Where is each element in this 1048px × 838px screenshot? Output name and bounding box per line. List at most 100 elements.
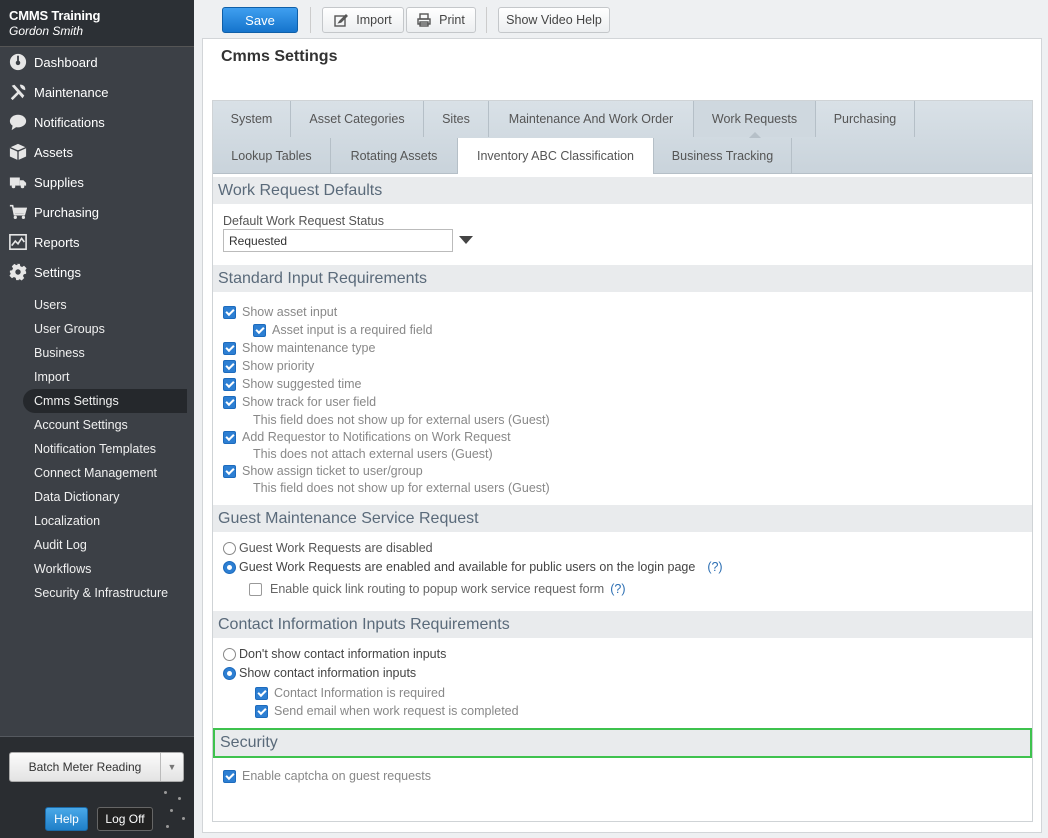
send-email-checkbox[interactable]: Send email when work request is complete… xyxy=(255,704,519,718)
chevron-down-icon[interactable] xyxy=(459,236,473,244)
nav-label: Dashboard xyxy=(34,54,98,70)
subnav-account-settings[interactable]: Account Settings xyxy=(0,413,194,437)
default-status-select[interactable]: Requested xyxy=(223,229,453,252)
tab-lookup-tables[interactable]: Lookup Tables xyxy=(213,138,331,174)
nav-supplies[interactable]: Supplies xyxy=(0,167,194,197)
subnav-notification-templates[interactable]: Notification Templates xyxy=(0,437,194,461)
settings-content: System Asset Categories Sites Maintenanc… xyxy=(212,100,1033,822)
radio-label: Guest Work Requests are disabled xyxy=(239,541,433,555)
tab-maintenance-work-order[interactable]: Maintenance And Work Order xyxy=(489,101,694,137)
checkbox-checked[interactable] xyxy=(223,395,236,409)
checkbox-label: Show assign ticket to user/group xyxy=(242,464,423,478)
checkbox-checked[interactable] xyxy=(253,323,266,337)
chevron-down-icon[interactable]: ▼ xyxy=(161,762,183,772)
radio-unchecked[interactable] xyxy=(223,647,236,661)
checkbox-checked[interactable] xyxy=(255,686,268,700)
nav-maintenance[interactable]: Maintenance xyxy=(0,77,194,107)
log-off-button[interactable]: Log Off xyxy=(97,807,153,831)
subnav-audit-log[interactable]: Audit Log xyxy=(0,533,194,557)
show-maintenance-type-checkbox[interactable]: Show maintenance type xyxy=(223,341,375,355)
add-requestor-checkbox[interactable]: Add Requestor to Notifications on Work R… xyxy=(223,430,511,444)
toolbar-divider xyxy=(310,7,311,33)
nav-label: Settings xyxy=(34,264,81,280)
nav-label: Reports xyxy=(34,234,80,250)
show-suggested-time-checkbox[interactable]: Show suggested time xyxy=(223,377,362,391)
show-asset-input-checkbox[interactable]: Show asset input xyxy=(223,305,337,319)
main-nav: Dashboard Maintenance Notifications Asse… xyxy=(0,47,194,287)
import-button[interactable]: Import xyxy=(322,7,404,33)
checkbox-label: Asset input is a required field xyxy=(272,323,433,337)
checkbox-checked[interactable] xyxy=(223,377,236,391)
checkbox-checked[interactable] xyxy=(223,305,236,319)
nav-label: Notifications xyxy=(34,114,105,130)
checkbox-checked[interactable] xyxy=(255,704,268,718)
checkbox-label: Show maintenance type xyxy=(242,341,376,355)
enable-captcha-checkbox[interactable]: Enable captcha on guest requests xyxy=(223,769,431,783)
app-name: CMMS Training xyxy=(9,8,101,23)
save-button[interactable]: Save xyxy=(222,7,298,33)
section-standard-input: Standard Input Requirements xyxy=(213,265,1032,292)
asset-required-checkbox[interactable]: Asset input is a required field xyxy=(253,323,433,337)
help-question-icon[interactable]: (?) xyxy=(707,560,722,574)
checkbox-checked[interactable] xyxy=(223,430,236,444)
subnav-data-dictionary[interactable]: Data Dictionary xyxy=(0,485,194,509)
print-button[interactable]: Print xyxy=(406,7,476,33)
nav-purchasing[interactable]: Purchasing xyxy=(0,197,194,227)
checkbox-checked[interactable] xyxy=(223,359,236,373)
checkbox-checked[interactable] xyxy=(223,769,236,783)
subnav-cmms-settings[interactable]: Cmms Settings xyxy=(23,389,187,413)
checkbox-checked[interactable] xyxy=(223,341,236,355)
tab-business-tracking[interactable]: Business Tracking xyxy=(654,138,792,174)
show-contact-radio[interactable]: Show contact information inputs xyxy=(223,666,416,680)
checkbox-label: Send email when work request is complete… xyxy=(274,704,519,718)
subnav-workflows[interactable]: Workflows xyxy=(0,557,194,581)
import-label: Import xyxy=(356,13,392,27)
show-video-help-button[interactable]: Show Video Help xyxy=(498,7,610,33)
print-label: Print xyxy=(439,13,465,27)
edit-icon xyxy=(334,14,349,27)
tab-asset-categories[interactable]: Asset Categories xyxy=(291,101,424,137)
checkbox-label: Show asset input xyxy=(242,305,338,319)
contact-required-checkbox[interactable]: Contact Information is required xyxy=(255,686,445,700)
quick-link-checkbox[interactable]: Enable quick link routing to popup work … xyxy=(249,582,625,596)
batch-meter-reading-button[interactable]: Batch Meter Reading ▼ xyxy=(9,752,184,782)
show-assign-checkbox[interactable]: Show assign ticket to user/group xyxy=(223,464,423,478)
guest-disabled-radio[interactable]: Guest Work Requests are disabled xyxy=(223,541,433,555)
radio-label: Guest Work Requests are enabled and avai… xyxy=(239,560,696,574)
subnav-connect-management[interactable]: Connect Management xyxy=(0,461,194,485)
help-question-icon[interactable]: (?) xyxy=(610,582,625,596)
nav-reports[interactable]: Reports xyxy=(0,227,194,257)
sidebar-footer: Batch Meter Reading ▼ Help Log Off xyxy=(0,736,194,838)
nav-dashboard[interactable]: Dashboard xyxy=(0,47,194,77)
subnav-users[interactable]: Users xyxy=(0,293,194,317)
tab-inventory-abc[interactable]: Inventory ABC Classification xyxy=(458,138,654,174)
radio-unchecked[interactable] xyxy=(223,541,236,555)
dont-show-contact-radio[interactable]: Don't show contact information inputs xyxy=(223,647,446,661)
checkbox-checked[interactable] xyxy=(223,464,236,478)
tab-purchasing[interactable]: Purchasing xyxy=(816,101,915,137)
subnav-import[interactable]: Import xyxy=(0,365,194,389)
subnav-security-infrastructure[interactable]: Security & Infrastructure xyxy=(0,581,194,605)
radio-label: Don't show contact information inputs xyxy=(239,647,447,661)
radio-checked[interactable] xyxy=(223,666,236,680)
help-button[interactable]: Help xyxy=(45,807,88,831)
checkbox-label: Contact Information is required xyxy=(274,686,445,700)
checkbox-label: Show priority xyxy=(242,359,315,373)
nav-notifications[interactable]: Notifications xyxy=(0,107,194,137)
radio-checked[interactable] xyxy=(223,560,236,574)
subnav-business[interactable]: Business xyxy=(0,341,194,365)
tab-work-requests[interactable]: Work Requests xyxy=(694,101,816,138)
tab-rotating-assets[interactable]: Rotating Assets xyxy=(331,138,458,174)
show-track-checkbox[interactable]: Show track for user field xyxy=(223,395,376,409)
subnav-localization[interactable]: Localization xyxy=(0,509,194,533)
batch-label: Batch Meter Reading xyxy=(10,753,161,781)
tab-system[interactable]: System xyxy=(213,101,291,137)
nav-settings[interactable]: Settings xyxy=(0,257,194,287)
checkbox-unchecked[interactable] xyxy=(249,582,262,596)
nav-assets[interactable]: Assets xyxy=(0,137,194,167)
subnav-user-groups[interactable]: User Groups xyxy=(0,317,194,341)
show-priority-checkbox[interactable]: Show priority xyxy=(223,359,314,373)
guest-enabled-radio[interactable]: Guest Work Requests are enabled and avai… xyxy=(223,560,723,574)
chart-icon xyxy=(9,233,27,251)
tab-sites[interactable]: Sites xyxy=(424,101,489,137)
